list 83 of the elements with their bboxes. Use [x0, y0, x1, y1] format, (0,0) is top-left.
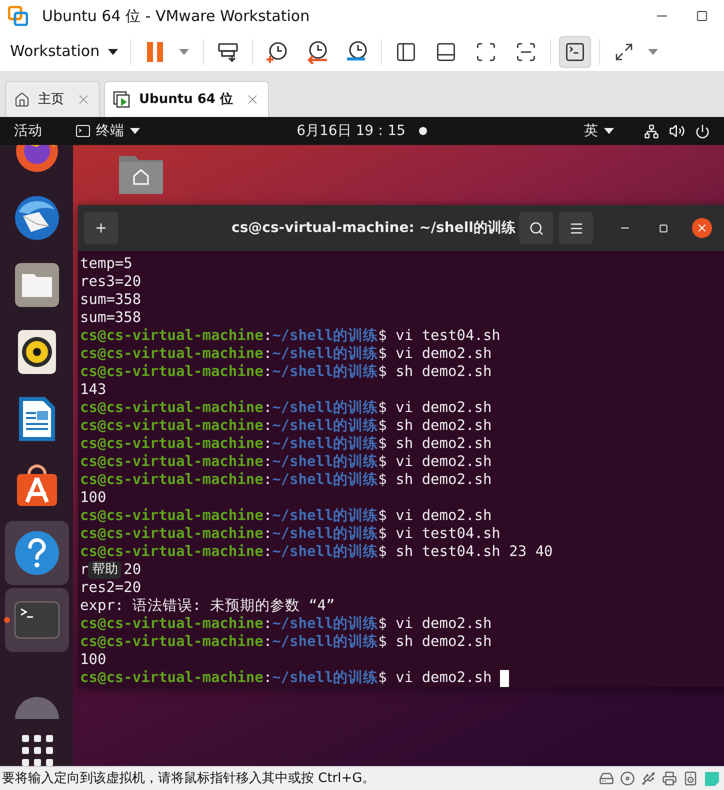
terminal-title: cs@cs-virtual-machine: ~/shell的训练 — [232, 218, 516, 238]
panel-left-icon — [394, 40, 417, 62]
output-text: r — [80, 561, 89, 579]
tooltip: 帮助 — [88, 561, 122, 579]
caret-icon — [604, 128, 614, 134]
output-line: temp=5 — [80, 256, 132, 272]
frame-icon — [474, 40, 497, 62]
tab[interactable]: 主页 — [5, 81, 100, 117]
activities-button[interactable]: 活动 — [14, 120, 42, 142]
terminal-icon — [14, 601, 60, 639]
status-message: 要将输入定向到该虚拟机，请将鼠标指针移入其中或按 Ctrl+G。 — [2, 770, 376, 788]
notification-dot-icon — [419, 127, 428, 135]
prompt-line: cs@cs-virtual-machine:~/shell的训练$ sh demo2.sh — [80, 435, 493, 453]
prompt-line: cs@cs-virtual-machine:~/shell的训练$ sh demo2.sh — [80, 363, 493, 381]
disc-icon[interactable] — [620, 771, 635, 786]
tab-label: Ubuntu 64 位 — [139, 90, 233, 109]
keyboard-arrow-icon — [216, 40, 239, 62]
prompt-line: cs@cs-virtual-machine:~/shell的训练$ sh demo2.sh — [80, 471, 493, 489]
speaker-icon[interactable] — [683, 771, 698, 786]
output-line: 100 — [80, 652, 106, 668]
pause-icon — [146, 42, 163, 62]
app-grid-icon[interactable] — [20, 734, 52, 766]
app-logo-icon — [8, 6, 28, 26]
close-icon — [696, 222, 708, 234]
prompt-line: cs@cs-virtual-machine:~/shell的训练$ vi test04.sh — [80, 327, 502, 345]
tab-label: 主页 — [38, 90, 64, 109]
prompt-line: cs@cs-virtual-machine:~/shell的训练$ sh test04.sh 23 40 — [80, 543, 554, 561]
prompt-line: cs@cs-virtual-machine:~/shell的训练$ vi demo2.sh — [80, 399, 493, 417]
prompt-line: cs@cs-virtual-machine:~/shell的训练$ sh demo2.sh — [80, 633, 493, 651]
prompt-line: cs@cs-virtual-machine:~/shell的训练$ vi test04.sh — [80, 525, 502, 543]
volume-icon[interactable] — [669, 123, 685, 139]
clock[interactable]: 6月16日 19：15 — [296, 120, 406, 142]
expand-icon — [614, 42, 634, 62]
prompt-line: cs@cs-virtual-machine:~/shell的训练$ vi demo2.sh — [80, 507, 493, 525]
search-icon — [528, 220, 544, 236]
folder-icon — [14, 262, 60, 308]
help-icon — [14, 530, 60, 576]
output-line: res3=20 — [80, 274, 142, 290]
output-line: 100 — [80, 490, 106, 506]
stretch-menu-caret-icon — [648, 48, 658, 54]
shopping-bag-icon — [14, 464, 58, 508]
terminal-icon — [76, 125, 90, 137]
console-view-button[interactable] — [558, 36, 591, 68]
mail-icon — [12, 194, 60, 242]
printer-icon[interactable] — [662, 771, 677, 786]
usb-icon[interactable] — [641, 771, 656, 786]
maximize-icon[interactable] — [696, 10, 708, 22]
prompt-line: cs@cs-virtual-machine:~/shell的训练$ sh demo2.sh — [80, 417, 493, 435]
tab[interactable]: Ubuntu 64 位 — [104, 81, 269, 117]
output-line: 143 — [80, 382, 106, 398]
close-button[interactable] — [692, 218, 712, 238]
power-icon[interactable] — [695, 124, 710, 138]
panel-bottom-icon — [434, 40, 457, 62]
app-menu[interactable]: 终端 — [76, 120, 140, 142]
caret-icon — [130, 128, 140, 134]
prompt-line: cs@cs-virtual-machine:~/shell的训练$ vi demo2.sh — [80, 345, 493, 363]
home-icon — [14, 92, 30, 108]
clock-plus-icon — [264, 40, 289, 64]
plus-icon — [94, 221, 108, 235]
output-line: sum=358 — [80, 310, 142, 326]
network-icon[interactable] — [644, 124, 659, 138]
input-method-menu[interactable]: 英 — [584, 120, 614, 142]
search-button[interactable] — [519, 212, 553, 244]
output-line: sum=358 — [80, 292, 142, 308]
clock-arrow-icon — [304, 40, 329, 64]
speaker-icon — [16, 329, 56, 375]
dock-item[interactable] — [4, 521, 68, 585]
vm-play-icon — [113, 90, 131, 108]
document-icon — [18, 396, 56, 442]
workstation-menu[interactable]: Workstation — [10, 40, 122, 63]
output-line: expr: 语法错误: 未预期的参数 “4” — [80, 598, 335, 614]
caret-icon — [108, 48, 118, 54]
output-text: 20 — [124, 561, 142, 579]
pause-menu-caret-icon — [178, 48, 189, 54]
menu-button[interactable] — [559, 212, 593, 244]
menu-icon — [568, 220, 584, 236]
prompt-line: cs@cs-virtual-machine:~/shell的训练$ vi demo2.sh — [80, 669, 493, 687]
window-title: Ubuntu 64 位 - VMware Workstation — [42, 6, 310, 27]
prompt-line: cs@cs-virtual-machine:~/shell的训练$ vi demo2.sh — [80, 453, 493, 471]
clock-wrench-icon — [344, 40, 369, 64]
prompt-line: cs@cs-virtual-machine:~/shell的训练$ vi demo2.sh — [80, 615, 493, 633]
terminal-icon — [564, 40, 586, 62]
output-line: res2=20 — [80, 580, 142, 596]
